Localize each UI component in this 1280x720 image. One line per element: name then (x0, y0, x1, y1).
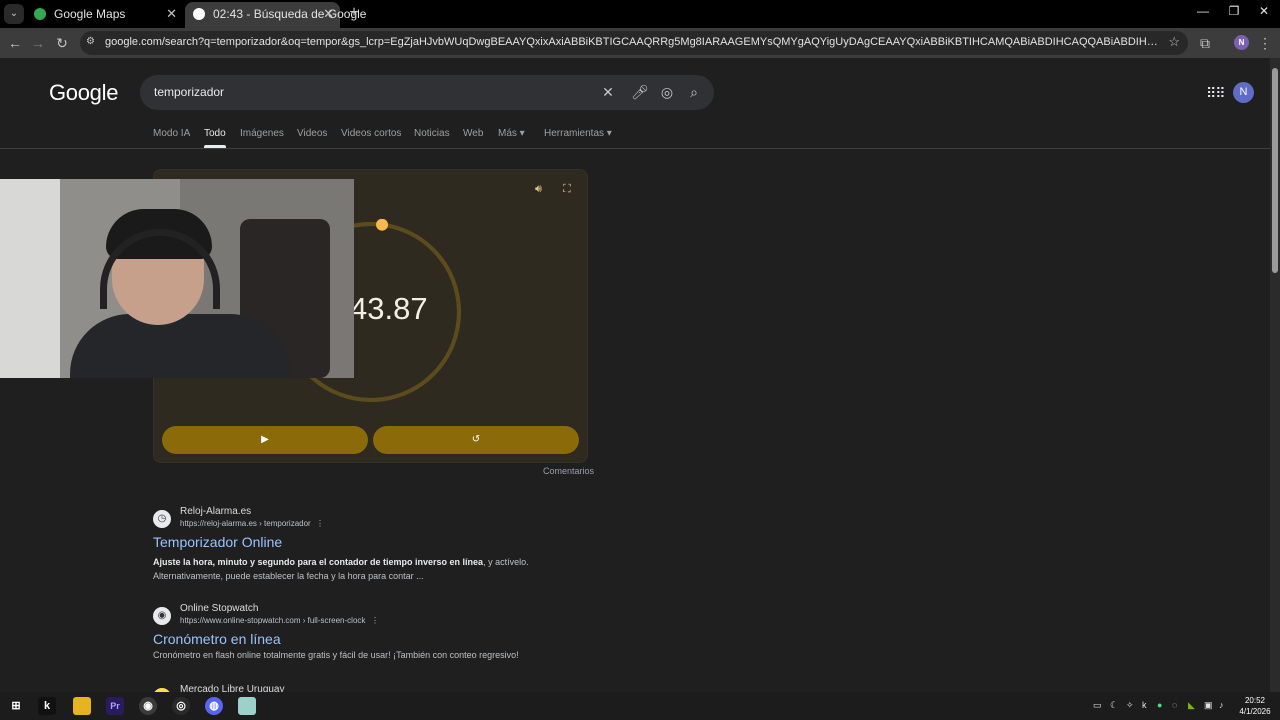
more-options-icon[interactable]: ⋮ (371, 616, 379, 625)
tab-modo-ia[interactable]: Modo IA (153, 128, 190, 139)
reset-icon: ↺ (471, 434, 481, 445)
tab-strip: ⌄ Google Maps ✕ 02:43 - Búsqueda de Goog… (0, 0, 1280, 28)
windows-start-icon[interactable]: ⊞ (7, 697, 25, 715)
result-breadcrumb[interactable]: https://reloj-alarma.es › temporizador (180, 519, 311, 528)
tab-videos[interactable]: Videos (297, 128, 327, 139)
snippet-bold: Ajuste la hora, minuto y segundo para el… (153, 557, 484, 567)
tray-icon-moon[interactable]: ☾ (1110, 700, 1118, 711)
bookmark-star-icon[interactable]: ☆ (1168, 34, 1180, 50)
taskbar-clock[interactable]: 20:52 4/1/2026 (1236, 695, 1274, 717)
tab-mas[interactable]: Más ▾ (498, 128, 525, 139)
tab-imagenes[interactable]: Imágenes (240, 128, 284, 139)
minimize-icon[interactable]: — (1188, 4, 1218, 18)
search-input[interactable]: temporizador (154, 85, 224, 99)
windows-taskbar: ⊞ k Pr ◉ ◎ ◍ ▭ ☾ ✧ k ● ◌ ◣ ▣ ♪ 20:52 4/1… (0, 692, 1280, 720)
tray-icon-volume[interactable]: ♪ (1219, 700, 1224, 710)
tab-noticias[interactable]: Noticias (414, 128, 450, 139)
search-results-page: Google temporizador ✕ 🎤︎ ◎ ⌕ ⠿⠿ N Modo I… (0, 58, 1270, 692)
back-icon[interactable]: ← (4, 32, 26, 54)
reset-button[interactable]: ↺ (373, 426, 579, 454)
search-box[interactable]: temporizador ✕ 🎤︎ ◎ ⌕ (140, 75, 714, 110)
tray-icon-nvidia[interactable]: ◣ (1188, 700, 1195, 711)
result-title-link[interactable]: Cronómetro en línea (153, 631, 281, 647)
webcam-person-body (70, 314, 290, 378)
google-favicon-icon (193, 8, 205, 20)
tray-icon-display[interactable]: ▣ (1204, 700, 1213, 711)
kick-app-icon[interactable]: k (38, 697, 56, 715)
result-breadcrumb[interactable]: https://www.online-stopwatch.com › full-… (180, 616, 365, 625)
tab-google-maps[interactable]: Google Maps ✕ (26, 2, 183, 28)
result-snippet: Ajuste la hora, minuto y segundo para el… (153, 555, 573, 583)
result-title-link[interactable]: Temporizador Online (153, 534, 282, 550)
lens-camera-icon[interactable]: ◎ (658, 83, 676, 101)
discord-icon[interactable]: ◍ (205, 697, 223, 715)
extensions-icon[interactable]: ⧉ (1194, 32, 1216, 54)
tray-icon-bluetooth[interactable]: ✧ (1126, 700, 1134, 711)
apps-grid-icon[interactable]: ⠿⠿ (1206, 85, 1225, 102)
tab-herramientas[interactable]: Herramientas ▾ (544, 128, 612, 139)
reload-icon[interactable]: ↻ (51, 32, 73, 54)
scrollbar-thumb[interactable] (1272, 68, 1278, 273)
tray-icon-network[interactable]: ▭ (1093, 700, 1102, 711)
premiere-pro-icon[interactable]: Pr (106, 697, 124, 715)
search-icon[interactable]: ⌕ (685, 83, 703, 101)
result-site-name[interactable]: Online Stopwatch (180, 603, 258, 614)
timer-display[interactable]: 43.87 (350, 291, 428, 327)
close-tab-icon[interactable]: ✕ (323, 2, 334, 26)
tray-icon-steam[interactable]: ◌ (1172, 700, 1177, 710)
profile-avatar[interactable]: N (1234, 35, 1249, 50)
tab-videos-cortos[interactable]: Videos cortos (341, 128, 401, 139)
tray-icon-status[interactable]: ● (1157, 700, 1162, 710)
maps-pin-icon (34, 8, 46, 20)
account-avatar[interactable]: N (1233, 82, 1254, 103)
page-scrollbar[interactable] (1270, 58, 1280, 692)
more-options-icon[interactable]: ⋮ (316, 519, 324, 528)
menu-icon[interactable]: ⋮ (1254, 32, 1276, 54)
play-icon: ▶ (261, 434, 269, 445)
clock-date: 4/1/2026 (1239, 707, 1271, 716)
site-favicon-icon: ◷ (153, 510, 171, 528)
obs-icon[interactable]: ◎ (172, 697, 190, 715)
search-tabs: Modo IA Todo Imágenes Videos Videos cort… (0, 128, 1270, 149)
address-bar[interactable]: ⚙ google.com/search?q=temporizador&oq=te… (80, 31, 1188, 55)
fullscreen-icon[interactable]: ⛶ (563, 183, 571, 196)
restore-icon[interactable]: ❐ (1219, 4, 1249, 18)
site-info-icon[interactable]: ⚙ (86, 36, 100, 50)
webcam-overlay (0, 179, 354, 378)
close-window-icon[interactable]: ✕ (1249, 4, 1279, 18)
clock-time: 20:52 (1244, 696, 1266, 705)
tray-icon-kick[interactable]: k (1142, 700, 1147, 710)
tab-todo[interactable]: Todo (204, 128, 226, 148)
forward-icon[interactable]: → (27, 32, 49, 54)
google-logo[interactable]: Google (49, 80, 118, 106)
chrome-icon[interactable]: ◉ (139, 697, 157, 715)
microphone-icon[interactable]: 🎤︎ (631, 83, 649, 101)
site-favicon-icon: ◉ (153, 607, 171, 625)
browser-toolbar: ← → ↻ ⚙ google.com/search?q=temporizador… (0, 28, 1280, 58)
result-site-name[interactable]: Reloj-Alarma.es (180, 506, 251, 517)
app-icon[interactable] (238, 697, 256, 715)
result-site-name[interactable]: Mercado Libre Uruguay (180, 684, 285, 692)
clear-icon[interactable]: ✕ (599, 83, 617, 101)
file-explorer-icon[interactable] (73, 697, 91, 715)
close-tab-icon[interactable]: ✕ (166, 2, 177, 26)
url-text[interactable]: google.com/search?q=temporizador&oq=temp… (105, 36, 1160, 48)
comments-link[interactable]: Comentarios (543, 466, 594, 476)
tab-web[interactable]: Web (463, 128, 483, 139)
webcam-wall (0, 179, 60, 378)
tab-google-search[interactable]: 02:43 - Búsqueda de Google ✕ (185, 2, 366, 28)
result-snippet: Cronómetro en flash online totalmente gr… (153, 650, 519, 660)
timer-ring-knob (376, 219, 389, 231)
new-tab-button[interactable]: + (344, 3, 364, 23)
play-button[interactable]: ▶ (162, 426, 368, 454)
volume-icon[interactable]: 🔊︎ (535, 183, 542, 196)
tab-search-button[interactable]: ⌄ (4, 4, 24, 24)
tab-title: Google Maps (54, 7, 126, 21)
